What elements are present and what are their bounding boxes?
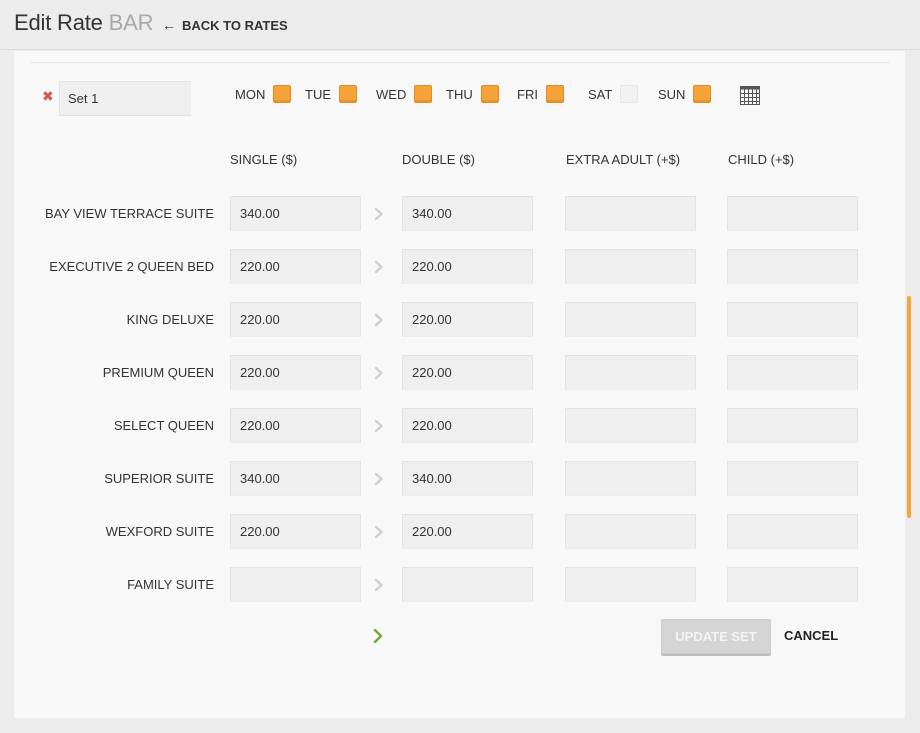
copy-rate-arrow-icon[interactable] [374,207,384,221]
day-label: TUE [305,86,331,102]
column-header-single: SINGLE ($) [230,152,298,167]
scrollbar-thumb[interactable] [907,296,911,518]
extra-adult-rate-input[interactable] [565,249,696,284]
single-rate-input[interactable] [230,461,361,496]
double-rate-input[interactable] [402,249,533,284]
remove-set-icon[interactable]: ✖ [42,88,54,105]
day-checkbox[interactable] [480,85,499,103]
room-type-label: SUPERIOR SUITE [104,471,214,486]
extra-adult-rate-input[interactable] [565,567,696,602]
divider [31,62,889,63]
column-header-child: CHILD (+$) [728,152,795,167]
calendar-icon[interactable] [740,85,760,105]
double-rate-input[interactable] [402,302,533,337]
day-toggle-mon[interactable]: MON [235,85,292,103]
day-label: SAT [588,86,613,102]
copy-rate-arrow-icon[interactable] [374,419,384,433]
extra-adult-rate-input[interactable] [565,355,696,390]
day-label: MON [235,86,266,102]
column-header-extra-adult: EXTRA ADULT (+$) [566,152,681,167]
double-rate-input[interactable] [402,514,533,549]
page-header: Edit Rate BAR ← BACK TO RATES [0,0,920,50]
room-type-label: BAY VIEW TERRACE SUITE [44,206,214,221]
column-header-double: DOUBLE ($) [402,152,475,167]
child-rate-input[interactable] [727,355,858,390]
extra-adult-rate-input[interactable] [565,461,696,496]
cancel-button[interactable]: CANCEL [784,628,838,643]
day-checkbox[interactable] [693,85,712,103]
room-type-label: EXECUTIVE 2 QUEEN BED [49,259,214,274]
update-set-button[interactable]: UPDATE SET [661,619,771,654]
day-toggle-wed[interactable]: WED [376,85,433,103]
copy-rate-arrow-icon[interactable] [374,313,384,327]
copy-rate-arrow-icon[interactable] [374,472,384,486]
double-rate-input[interactable] [402,196,533,231]
single-rate-input[interactable] [230,408,361,443]
single-rate-input[interactable] [230,196,361,231]
day-checkbox[interactable] [545,85,564,103]
copy-rate-arrow-icon[interactable] [374,525,384,539]
day-checkbox[interactable] [414,85,433,103]
day-toggle-sat[interactable]: SAT [588,85,639,103]
day-toggle-fri[interactable]: FRI [517,85,564,103]
page-title: Edit Rate BAR [14,10,153,36]
day-toggle-thu[interactable]: THU [446,85,499,103]
extra-adult-rate-input[interactable] [565,196,696,231]
rate-name: BAR [108,10,154,35]
day-label: WED [376,86,407,102]
single-rate-input[interactable] [230,249,361,284]
arrow-left-icon: ← [162,17,176,33]
room-type-label: PREMIUM QUEEN [102,365,214,380]
day-label: SUN [658,86,686,102]
extra-adult-rate-input[interactable] [565,408,696,443]
double-rate-input[interactable] [402,408,533,443]
child-rate-input[interactable] [727,196,858,231]
back-to-rates-label: BACK TO RATES [182,17,288,33]
double-rate-input[interactable] [402,567,533,602]
extra-adult-rate-input[interactable] [565,514,696,549]
room-type-label: KING DELUXE [126,312,214,327]
double-rate-input[interactable] [402,355,533,390]
room-type-label: WEXFORD SUITE [105,524,214,539]
child-rate-input[interactable] [727,302,858,337]
single-rate-input[interactable] [230,355,361,390]
double-rate-input[interactable] [402,461,533,496]
copy-rate-arrow-icon[interactable] [374,366,384,380]
child-rate-input[interactable] [727,408,858,443]
rate-set-panel: ✖ MON TUE WED THU FRI SAT SUN SINGLE ($) DOUBL… [14,51,905,718]
day-checkbox[interactable] [339,85,357,103]
set-name-input[interactable] [59,81,191,116]
single-rate-input[interactable] [230,567,361,602]
back-to-rates-link[interactable]: ← BACK TO RATES [162,17,288,33]
child-rate-input[interactable] [727,567,858,602]
day-toggle-sun[interactable]: SUN [658,85,712,103]
copy-rate-arrow-icon[interactable] [374,578,384,592]
child-rate-input[interactable] [727,461,858,496]
room-type-label: FAMILY SUITE [127,577,214,592]
child-rate-input[interactable] [727,249,858,284]
copy-all-arrow-icon[interactable] [373,628,383,648]
day-checkbox[interactable] [620,85,639,103]
page-title-text: Edit Rate [14,10,103,35]
single-rate-input[interactable] [230,514,361,549]
single-rate-input[interactable] [230,302,361,337]
day-checkbox[interactable] [273,85,292,103]
day-toggle-tue[interactable]: TUE [305,85,357,103]
extra-adult-rate-input[interactable] [565,302,696,337]
room-type-label: SELECT QUEEN [113,418,214,433]
child-rate-input[interactable] [727,514,858,549]
copy-rate-arrow-icon[interactable] [374,260,384,274]
day-label: THU [446,86,473,102]
day-label: FRI [517,86,538,102]
